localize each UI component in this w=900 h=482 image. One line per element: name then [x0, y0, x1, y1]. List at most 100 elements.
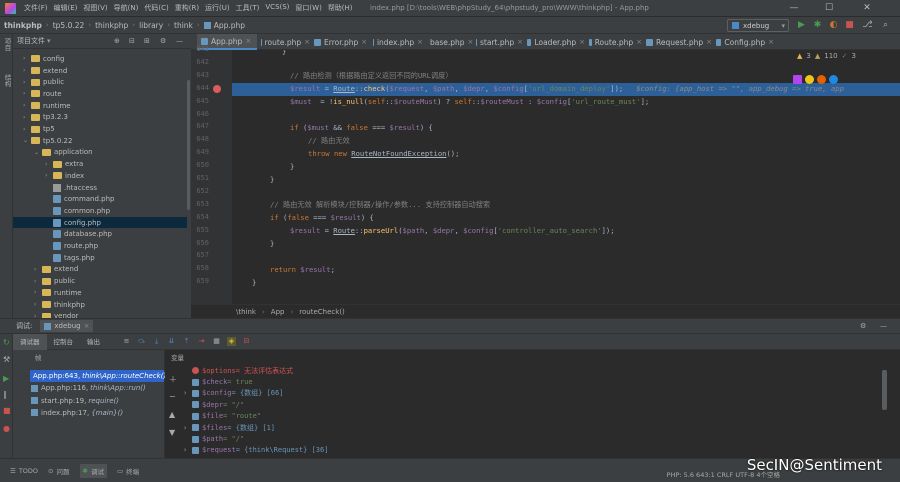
breakpoints-icon[interactable]: ● [3, 424, 10, 433]
resume-icon[interactable]: ▶ [3, 374, 9, 383]
tree-item[interactable]: tags.php [13, 252, 187, 264]
layout-icon[interactable]: ≡ [122, 337, 131, 346]
code-breadcrumb-item[interactable]: \think [236, 308, 256, 316]
code-breadcrumb-item[interactable]: routeCheck() [299, 308, 345, 316]
close-icon[interactable]: × [84, 322, 90, 330]
chevron-right-icon[interactable]: › [23, 114, 31, 121]
chevron-right-icon[interactable]: › [34, 289, 42, 296]
variable-row[interactable]: $options = 无法评估表达式 [183, 365, 293, 376]
tree-item[interactable]: › extra [13, 158, 187, 170]
step-out-icon[interactable]: ⤒ [182, 337, 191, 346]
tree-item[interactable]: › thinkphp [13, 299, 187, 311]
expand-all-icon[interactable]: ⊞ [144, 37, 150, 45]
tab-loader-php[interactable]: Loader.php × [523, 34, 585, 50]
variable-row[interactable]: › $files = {数组} [1] [183, 422, 275, 433]
edge-icon[interactable] [829, 75, 838, 84]
minimize-button[interactable]: — [780, 1, 808, 15]
breadcrumb-item[interactable]: thinkphp [91, 21, 132, 30]
chrome-icon[interactable] [805, 75, 814, 84]
step-into-icon[interactable]: ⤓ [152, 337, 161, 346]
tree-item[interactable]: ⌄ tp5.0.22 [13, 135, 187, 147]
tab-route-php[interactable]: route.php × [257, 34, 310, 50]
tree-item[interactable]: database.php [13, 229, 187, 241]
variable-row[interactable]: $file = "route" [183, 411, 261, 422]
menu-item[interactable]: 工具(T) [236, 3, 260, 13]
structure-tool-tab[interactable]: 结构 [2, 74, 12, 87]
close-icon[interactable]: × [245, 37, 251, 45]
settings-icon[interactable]: ⊟ [242, 337, 251, 346]
tab-route-php[interactable]: Route.php × [585, 34, 642, 50]
code-breadcrumb-item[interactable]: App [271, 308, 285, 316]
close-icon[interactable]: × [361, 38, 367, 46]
breadcrumb-item[interactable]: think [170, 21, 197, 30]
tree-item[interactable]: › config [13, 53, 187, 65]
chevron-right-icon[interactable]: › [23, 67, 31, 74]
vcs-icon[interactable]: ⎇ [862, 20, 873, 31]
evaluate-icon[interactable]: ▦ [212, 337, 221, 346]
pause-icon[interactable]: ∥ [3, 390, 7, 399]
menu-item[interactable]: 代码(C) [144, 3, 168, 13]
step-over-icon[interactable]: ⤼ [137, 337, 146, 346]
breadcrumb-item[interactable]: library [135, 21, 167, 30]
project-panel-title[interactable]: 项目文件 [17, 36, 45, 46]
stop-icon[interactable]: ■ [3, 406, 11, 415]
variable-row[interactable]: $depr = "/" [183, 399, 244, 410]
variable-row[interactable]: › $request = {think\Request} [36] [183, 445, 328, 456]
debug-subtab[interactable]: 控制台 [47, 334, 81, 350]
force-step-into-icon[interactable]: ⇊ [167, 337, 176, 346]
chevron-right-icon[interactable]: › [45, 172, 53, 179]
chevron-right-icon[interactable]: › [183, 389, 192, 397]
tree-item[interactable]: › index [13, 170, 187, 182]
collapse-all-icon[interactable]: ⊟ [129, 37, 135, 45]
tab-start-php[interactable]: start.php × [472, 34, 523, 50]
tree-item[interactable]: › runtime [13, 100, 187, 112]
chevron-right-icon[interactable]: › [183, 424, 192, 432]
debug-subtab[interactable]: 调试器 [13, 333, 47, 350]
debug-tool-button[interactable]: ✱ 调试 [79, 463, 107, 478]
hide-panel-icon[interactable]: — [176, 37, 183, 45]
menu-item[interactable]: 编辑(E) [54, 3, 78, 13]
tree-item[interactable]: › extend [13, 264, 187, 276]
stack-frame[interactable]: index.php:17, {main}() [31, 407, 165, 419]
variables-scrollbar[interactable] [882, 370, 887, 410]
breadcrumb-item[interactable]: tp5.0.22 [49, 21, 89, 30]
tree-item[interactable]: › extend [13, 65, 187, 77]
run-config-select[interactable]: xdebug ▾ [727, 19, 789, 32]
gear-icon[interactable]: ⚙ [160, 37, 166, 45]
move-down-icon[interactable]: ▼ [169, 428, 175, 437]
chevron-right-icon[interactable]: › [34, 266, 42, 273]
tab-error-php[interactable]: Error.php × [310, 34, 369, 50]
debug-session-tab[interactable]: xdebug × [40, 320, 94, 332]
chevron-down-icon[interactable]: ⌄ [34, 149, 42, 156]
debug-subtab[interactable]: 输出 [80, 334, 107, 350]
variable-row[interactable]: › $config = {数组} [66] [183, 388, 283, 399]
breadcrumb-item[interactable]: App.php [200, 21, 249, 30]
menu-item[interactable]: 文件(F) [24, 3, 48, 13]
inspection-widget[interactable]: ▲ 3 ▲ 110 ✓ 3 [797, 52, 856, 60]
run-icon[interactable]: ▶ [796, 20, 807, 31]
menu-item[interactable]: 运行(U) [205, 3, 230, 13]
breakpoint-icon[interactable] [213, 85, 221, 93]
tree-item[interactable]: › tp5 [13, 123, 187, 135]
breadcrumb-item[interactable]: thinkphp [0, 21, 46, 30]
wrench-icon[interactable]: ⚒ [3, 355, 10, 364]
debug-icon[interactable]: ✱ [812, 20, 823, 31]
chevron-right-icon[interactable]: › [45, 161, 53, 168]
tree-item[interactable]: › tp3.2.3 [13, 112, 187, 124]
chevron-right-icon[interactable]: › [183, 446, 192, 454]
firefox-icon[interactable] [817, 75, 826, 84]
gear-icon[interactable]: ⚙ [860, 322, 866, 330]
chevron-down-icon[interactable]: ⌄ [23, 137, 31, 144]
tab-config-php[interactable]: Config.php × [712, 34, 774, 50]
tree-item[interactable]: command.php [13, 193, 187, 205]
problems-tool-button[interactable]: ⊙ 问题 [48, 466, 69, 476]
tree-item[interactable]: config.php [13, 216, 187, 229]
chevron-right-icon[interactable]: › [34, 278, 42, 285]
chevron-right-icon[interactable]: › [23, 55, 31, 62]
search-icon[interactable]: ⌕ [880, 20, 891, 31]
variable-row[interactable]: $path = "/" [183, 433, 244, 444]
menu-item[interactable]: VCS(S) [265, 3, 289, 13]
tree-item[interactable]: › public [13, 275, 187, 287]
menu-item[interactable]: 导航(N) [114, 3, 139, 13]
terminal-tool-button[interactable]: ▭ 终端 [117, 466, 139, 476]
